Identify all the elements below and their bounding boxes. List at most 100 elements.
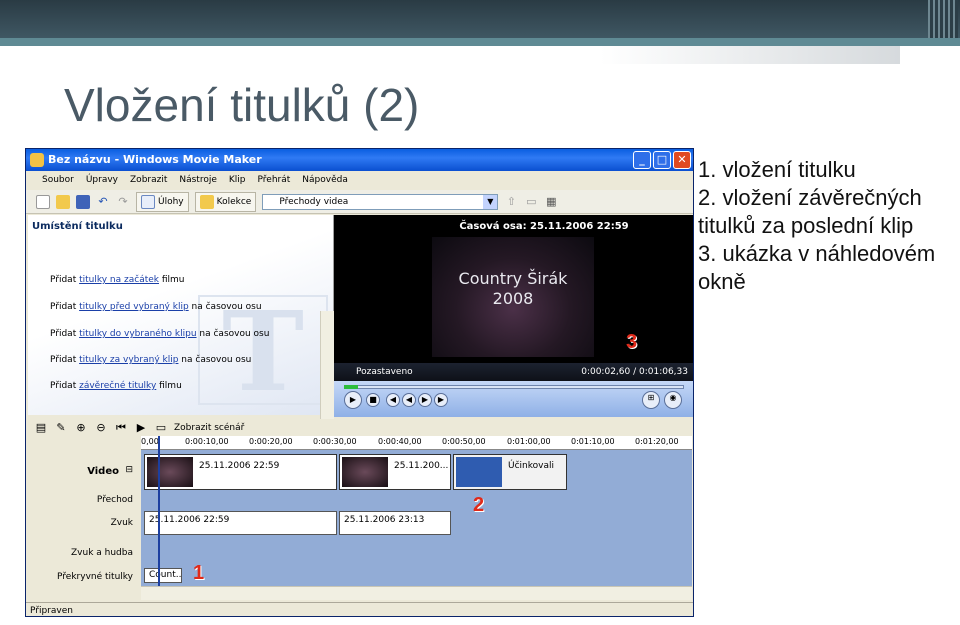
link-suffix: filmu — [159, 275, 185, 285]
note-line: 3. ukázka v náhledovém — [698, 241, 936, 266]
task-link-on-clip[interactable]: Přidat titulky do vybraného klipu na čas… — [50, 329, 269, 339]
menu-item-view[interactable]: Zobrazit — [124, 175, 173, 185]
preview-frame: Country Širák 2008 — [432, 237, 594, 357]
task-link-credits[interactable]: Přidat závěrečné titulky filmu — [50, 381, 182, 391]
status-bar: Připraven — [26, 602, 693, 616]
timeline-tracks: 25.11.2006 22:59 25.11.200... Účinkovali… — [141, 450, 692, 596]
track-label-transition: Přechod — [96, 495, 133, 505]
snapshot-icon[interactable]: ◉ — [664, 391, 682, 409]
narrate-icon[interactable]: ✎ — [54, 421, 68, 435]
menu-item-play[interactable]: Přehrát — [252, 175, 297, 185]
ruler-tick: 0:00:30,00 — [313, 437, 357, 446]
split-clip-icon[interactable]: ⊞ — [642, 391, 660, 409]
open-folder-icon[interactable] — [56, 194, 70, 209]
track-labels: Video ⊟ Přechod Zvuk Zvuk a hudba Překry… — [28, 450, 141, 600]
zoom-in-icon[interactable]: ⊕ — [74, 421, 88, 435]
storyboard-toggle[interactable]: Zobrazit scénář — [174, 423, 244, 433]
maximize-button[interactable]: □ — [653, 151, 671, 169]
audio-clip[interactable]: 25.11.2006 23:13 — [339, 511, 451, 535]
next-frame-icon[interactable]: ▶ — [434, 393, 448, 407]
toolbar: ↶ ↷ Úlohy Kolekce Přechody videa ▼ ⇧ ▭ ▦ — [26, 190, 693, 214]
menu-bar: Soubor Úpravy Zobrazit Nástroje Klip Pře… — [26, 171, 693, 189]
seek-bar-fill — [344, 385, 358, 389]
link-text[interactable]: titulky na začátek — [79, 275, 159, 285]
track-label-audio: Zvuk — [110, 518, 133, 528]
marker-2: 2 — [473, 494, 485, 516]
close-button[interactable]: ✕ — [673, 151, 691, 169]
menu-item-clip[interactable]: Klip — [223, 175, 252, 185]
clip-thumbnail — [342, 457, 388, 487]
timeline-scrollbar[interactable] — [141, 586, 692, 600]
rewind-timeline-icon[interactable]: ⏮ — [114, 421, 128, 435]
menu-item-edit[interactable]: Úpravy — [80, 175, 124, 185]
audio-clip[interactable]: 25.11.2006 22:59 — [144, 511, 337, 535]
preview-monitor: Časová osa: 25.11.2006 22:59 Country Šir… — [334, 215, 693, 380]
clip-thumbnail — [147, 457, 193, 487]
redo-icon[interactable]: ↷ — [116, 195, 130, 209]
link-text[interactable]: závěrečné titulky — [79, 381, 156, 391]
link-prefix: Přidat — [50, 329, 80, 339]
undo-icon[interactable]: ↶ — [96, 195, 110, 209]
ruler-tick: 0:00:50,00 — [442, 437, 486, 446]
window-title: Bez názvu - Windows Movie Maker — [48, 153, 262, 166]
clip-thumbnail — [456, 457, 502, 487]
menu-item-help[interactable]: Nápověda — [296, 175, 354, 185]
slide-header-bar — [0, 0, 960, 38]
play-timeline-icon[interactable]: ▶ — [134, 421, 148, 435]
timeline-playhead[interactable] — [158, 436, 160, 600]
collections-button[interactable]: Kolekce — [194, 191, 257, 212]
previous-frame-icon[interactable]: ◀ — [386, 393, 400, 407]
minimize-button[interactable]: _ — [633, 151, 651, 169]
credits-clip[interactable]: Účinkovali — [453, 454, 567, 490]
stop-icon[interactable]: ■ — [366, 393, 380, 407]
forward-icon[interactable]: ▶ — [418, 393, 432, 407]
slide-header-stripe — [0, 38, 960, 46]
note-line: 2. vložení závěrečných — [698, 185, 922, 210]
playback-time: 0:00:02,60 / 0:01:06,33 — [581, 367, 688, 377]
new-folder-icon[interactable]: ▭ — [524, 195, 538, 209]
tasks-icon — [141, 194, 155, 209]
preview-status-bar: Pozastaveno 0:00:02,60 / 0:01:06,33 — [334, 363, 693, 381]
track-label-video: Video — [87, 466, 119, 477]
link-text[interactable]: titulky za vybraný klip — [79, 355, 178, 365]
seek-bar[interactable] — [344, 385, 684, 389]
rewind-icon[interactable]: ◀ — [402, 393, 416, 407]
title-overlay-clip[interactable]: Count... — [144, 568, 182, 583]
link-prefix: Přidat — [50, 355, 80, 365]
task-link-start[interactable]: Přidat titulky na začátek filmu — [50, 275, 185, 285]
save-icon[interactable] — [76, 194, 90, 209]
ruler-tick: 0:00:40,00 — [378, 437, 422, 446]
video-clip[interactable]: 25.11.2006 22:59 — [144, 454, 337, 490]
play-icon[interactable]: ▶ — [344, 391, 362, 409]
storyboard-icon[interactable]: ▭ — [154, 421, 168, 435]
timeline-settings-icon[interactable]: ▤ — [34, 421, 48, 435]
app-icon — [30, 153, 44, 167]
up-folder-icon[interactable]: ⇧ — [504, 195, 518, 209]
ruler-tick: 0,00 — [141, 437, 159, 446]
marker-1: 1 — [193, 562, 205, 584]
link-prefix: Přidat — [50, 381, 80, 391]
video-clip[interactable]: 25.11.200... — [339, 454, 451, 490]
link-text[interactable]: titulky do vybraného klipu — [79, 329, 196, 339]
new-project-icon[interactable] — [36, 194, 50, 209]
caption-line: Country Širák — [458, 269, 568, 288]
slide-title: Vložení titulků (2) — [64, 79, 420, 131]
clip-label: 25.11.2006 22:59 — [199, 461, 280, 471]
playback-state: Pozastaveno — [356, 367, 413, 377]
expand-video-icon[interactable]: ⊟ — [125, 465, 133, 475]
timeline-ruler[interactable]: 0,00 0:00:10,00 0:00:20,00 0:00:30,00 0:… — [141, 436, 692, 450]
task-link-after-clip[interactable]: Přidat titulky za vybraný klip na časovo… — [50, 355, 251, 365]
menu-item-tools[interactable]: Nástroje — [173, 175, 223, 185]
views-icon[interactable]: ▦ — [544, 195, 558, 209]
link-prefix: Přidat — [50, 275, 80, 285]
link-text[interactable]: titulky před vybraný klip — [79, 302, 189, 312]
tasks-button[interactable]: Úlohy — [136, 191, 189, 212]
zoom-out-icon[interactable]: ⊖ — [94, 421, 108, 435]
collection-select[interactable]: Přechody videa ▼ — [262, 193, 499, 210]
link-suffix: na časovou osu — [196, 329, 270, 339]
audio-clip-label: 25.11.2006 23:13 — [344, 515, 425, 525]
ruler-tick: 0:00:10,00 — [185, 437, 229, 446]
task-link-before-clip[interactable]: Přidat titulky před vybraný klip na časo… — [50, 302, 262, 312]
preview-caption: Country Širák 2008 — [432, 269, 594, 309]
menu-item-file[interactable]: Soubor — [36, 175, 80, 185]
